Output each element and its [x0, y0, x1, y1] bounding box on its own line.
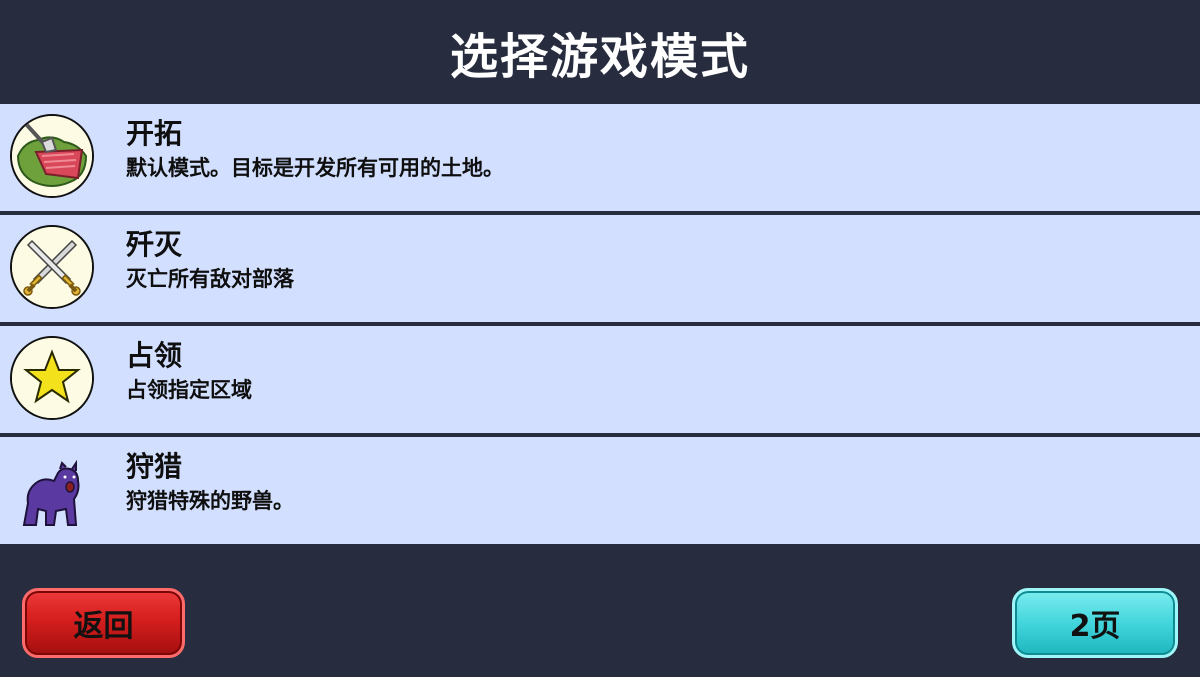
mode-name: 开拓 [126, 117, 183, 150]
mode-row-annihilation[interactable]: 歼灭 灭亡所有敌对部落 [0, 215, 1200, 322]
mode-description: 狩猎特殊的野兽。 [126, 489, 294, 513]
next-page-button[interactable]: 2页 [1012, 588, 1178, 658]
mode-name: 歼灭 [126, 228, 183, 261]
land-development-icon [10, 114, 94, 198]
mode-row-hunting[interactable]: 狩猎 狩猎特殊的野兽。 [0, 437, 1200, 544]
crossed-swords-icon [10, 225, 94, 309]
mode-description: 灭亡所有敌对部落 [126, 267, 294, 291]
mode-description: 占领指定区域 [126, 378, 252, 402]
mode-row-pioneer[interactable]: 开拓 默认模式。目标是开发所有可用的土地。 [0, 104, 1200, 211]
mode-name: 狩猎 [126, 450, 183, 483]
mode-row-occupation[interactable]: 占领 占领指定区域 [0, 326, 1200, 433]
back-button[interactable]: 返回 [22, 588, 185, 658]
star-icon [10, 336, 94, 420]
page-title: 选择游戏模式 [449, 29, 750, 85]
mode-description: 默认模式。目标是开发所有可用的土地。 [126, 156, 504, 180]
mode-name: 占领 [126, 339, 183, 372]
bear-icon [10, 447, 94, 531]
